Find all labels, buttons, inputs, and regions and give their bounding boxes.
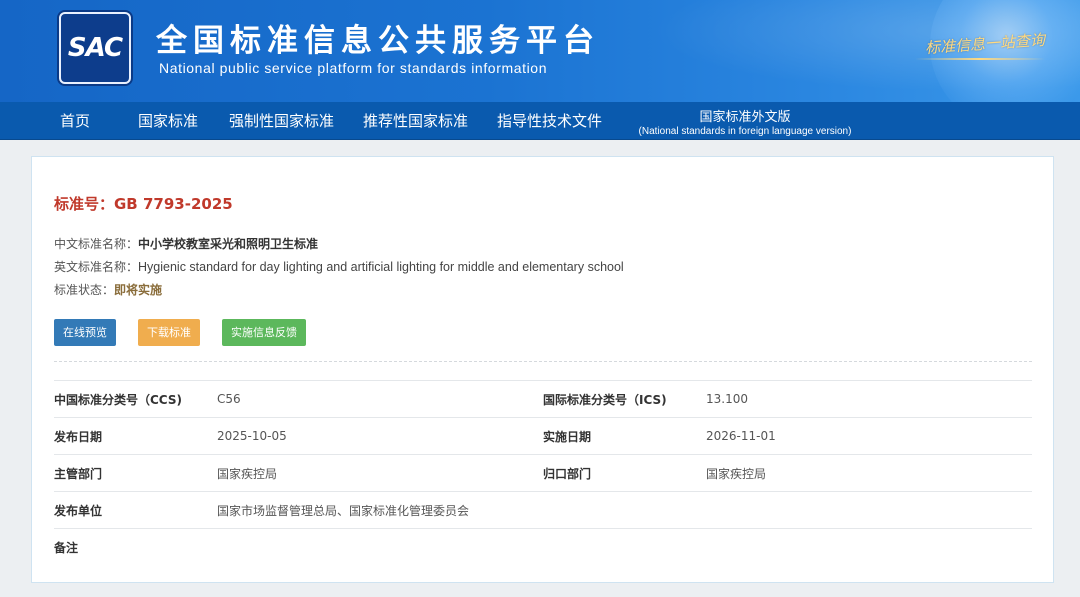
responsible-value: 国家疾控局 [706, 454, 1032, 492]
remarks-label: 备注 [54, 528, 217, 566]
table-row: 发布单位 国家市场监督管理总局、国家标准化管理委员会 [54, 491, 1032, 529]
nav-foreign-label-cn: 国家标准外文版 [699, 110, 791, 125]
table-row: 备注 [54, 528, 1032, 566]
ccs-value: C56 [217, 380, 543, 418]
site-title-en: National public service platform for sta… [159, 60, 548, 76]
table-row: 主管部门 国家疾控局 归口部门 国家疾控局 [54, 454, 1032, 492]
en-name-value: Hygienic standard for day lighting and a… [138, 260, 624, 274]
status-row: 标准状态：即将实施 [54, 281, 162, 298]
cn-name-row: 中文标准名称：中小学校教室采光和照明卫生标准 [54, 235, 318, 252]
standard-meta-table: 中国标准分类号（CCS) C56 国际标准分类号（ICS) 13.100 发布日… [54, 380, 1032, 566]
issuer-label: 发布单位 [54, 491, 217, 529]
status-label: 标准状态： [54, 283, 115, 297]
remarks-value [217, 528, 1032, 566]
standard-detail-card: 标准号：GB 7793-2025 中文标准名称：中小学校教室采光和照明卫生标准 … [31, 156, 1054, 583]
publish-date-value: 2025-10-05 [217, 417, 543, 455]
standard-number: 标准号：GB 7793-2025 [54, 195, 233, 213]
nav-national-standards[interactable]: 国家标准 [138, 102, 198, 140]
ics-label: 国际标准分类号（ICS) [543, 380, 706, 418]
nav-mandatory-standards[interactable]: 强制性国家标准 [229, 102, 334, 140]
logo-text: SAC [67, 33, 123, 63]
nav-home[interactable]: 首页 [60, 102, 90, 140]
ics-value: 13.100 [706, 380, 1032, 418]
en-name-label: 英文标准名称： [54, 260, 139, 274]
slogan-underline [915, 58, 1045, 60]
table-row: 中国标准分类号（CCS) C56 国际标准分类号（ICS) 13.100 [54, 380, 1032, 418]
nav-recommended-standards[interactable]: 推荐性国家标准 [363, 102, 468, 140]
authority-value: 国家疾控局 [217, 454, 543, 492]
sac-logo[interactable]: SAC [59, 12, 131, 84]
nav-foreign-label-en: (National standards in foreign language … [638, 126, 852, 137]
cn-name-value: 中小学校教室采光和照明卫生标准 [138, 237, 319, 251]
responsible-label: 归口部门 [543, 454, 706, 492]
table-row: 发布日期 2025-10-05 实施日期 2026-11-01 [54, 417, 1032, 455]
ccs-label: 中国标准分类号（CCS) [54, 380, 217, 418]
authority-label: 主管部门 [54, 454, 217, 492]
cn-name-label: 中文标准名称： [54, 237, 139, 251]
implement-date-label: 实施日期 [543, 417, 706, 455]
issuer-value: 国家市场监督管理总局、国家标准化管理委员会 [217, 491, 1032, 529]
en-name-row: 英文标准名称：Hygienic standard for day lightin… [54, 258, 624, 275]
site-banner: SAC 全国标准信息公共服务平台 National public service… [0, 0, 1080, 102]
site-title-cn: 全国标准信息公共服务平台 [156, 23, 600, 59]
publish-date-label: 发布日期 [54, 417, 217, 455]
main-nav: 首页 国家标准 强制性国家标准 推荐性国家标准 指导性技术文件 国家标准外文版 … [0, 102, 1080, 140]
preview-button[interactable]: 在线预览 [54, 319, 116, 346]
feedback-button[interactable]: 实施信息反馈 [222, 319, 306, 346]
dashed-divider [54, 361, 1032, 362]
implement-date-value: 2026-11-01 [706, 417, 1032, 455]
nav-guidance-documents[interactable]: 指导性技术文件 [497, 102, 602, 140]
status-value: 即将实施 [114, 283, 163, 297]
nav-foreign-language-standards[interactable]: 国家标准外文版 (National standards in foreign l… [630, 102, 860, 140]
download-button[interactable]: 下载标准 [138, 319, 200, 346]
